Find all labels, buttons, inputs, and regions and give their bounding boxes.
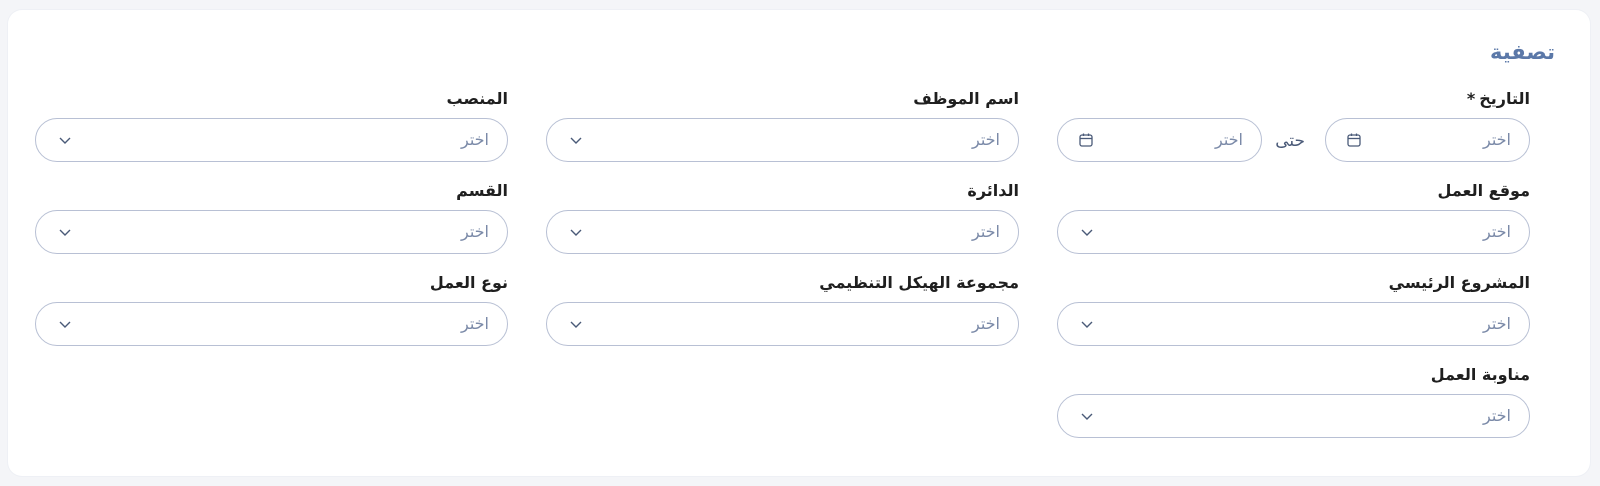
chevron-down-icon bbox=[1081, 321, 1093, 328]
section-label: القسم bbox=[456, 181, 508, 200]
department-value: اختر bbox=[972, 222, 1000, 241]
chevron-down-icon bbox=[59, 137, 71, 144]
date-to-value: اختر bbox=[1215, 130, 1243, 149]
department-select[interactable]: اختر bbox=[546, 210, 1019, 254]
position-value: اختر bbox=[461, 130, 489, 149]
work-location-select[interactable]: اختر bbox=[1057, 210, 1530, 254]
calendar-icon[interactable] bbox=[1078, 132, 1094, 148]
chevron-down-icon bbox=[59, 229, 71, 236]
employee-name-value: اختر bbox=[972, 130, 1000, 149]
position-label: المنصب bbox=[446, 89, 508, 108]
work-location-label: موقع العمل bbox=[1437, 181, 1530, 200]
work-type-value: اختر bbox=[461, 314, 489, 333]
work-type-label: نوع العمل bbox=[429, 273, 508, 292]
main-project-value: اختر bbox=[1483, 314, 1511, 333]
date-to-input[interactable]: اختر bbox=[1057, 118, 1262, 162]
main-project-label: المشروع الرئيسي bbox=[1388, 273, 1530, 292]
chevron-down-icon bbox=[1081, 229, 1093, 236]
date-label: التاريخ* bbox=[1467, 89, 1530, 108]
main-project-select[interactable]: اختر bbox=[1057, 302, 1530, 346]
section-select[interactable]: اختر bbox=[35, 210, 508, 254]
chevron-down-icon bbox=[570, 321, 582, 328]
date-label-text: التاريخ bbox=[1479, 89, 1530, 108]
employee-name-select[interactable]: اختر bbox=[546, 118, 1019, 162]
org-structure-group-value: اختر bbox=[972, 314, 1000, 333]
chevron-down-icon bbox=[570, 137, 582, 144]
date-range-separator: حتى bbox=[1275, 131, 1305, 151]
work-type-select[interactable]: اختر bbox=[35, 302, 508, 346]
work-shift-value: اختر bbox=[1483, 406, 1511, 425]
chevron-down-icon bbox=[59, 321, 71, 328]
section-value: اختر bbox=[461, 222, 489, 241]
work-location-value: اختر bbox=[1483, 222, 1511, 241]
chevron-down-icon bbox=[570, 229, 582, 236]
department-label: الدائرة bbox=[967, 181, 1019, 200]
org-structure-group-select[interactable]: اختر bbox=[546, 302, 1019, 346]
org-structure-group-label: مجموعة الهيكل التنظيمي bbox=[819, 273, 1019, 292]
work-shift-label: مناوبة العمل bbox=[1430, 365, 1530, 384]
filter-title: تصفية bbox=[1490, 40, 1555, 64]
required-mark: * bbox=[1466, 89, 1476, 108]
date-from-input[interactable]: اختر bbox=[1325, 118, 1530, 162]
calendar-icon[interactable] bbox=[1346, 132, 1362, 148]
employee-name-label: اسم الموظف bbox=[913, 89, 1019, 108]
chevron-down-icon bbox=[1081, 413, 1093, 420]
position-select[interactable]: اختر bbox=[35, 118, 508, 162]
work-shift-select[interactable]: اختر bbox=[1057, 394, 1530, 438]
date-from-value: اختر bbox=[1483, 130, 1511, 149]
